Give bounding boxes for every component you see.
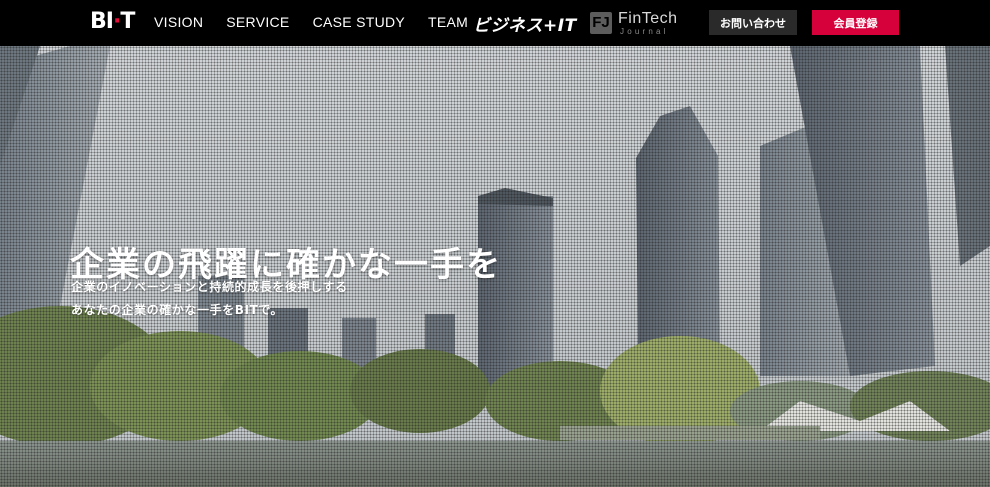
logo-text: BI·T bbox=[90, 8, 135, 34]
fintech-sub: Journal bbox=[620, 27, 669, 36]
hero-subtitle-line1: 企業のイノベーションと持続的成長を後押しする bbox=[71, 280, 348, 294]
contact-button[interactable]: お問い合わせ bbox=[709, 10, 797, 35]
main-nav: VISION SERVICE CASE STUDY TEAM bbox=[154, 0, 468, 44]
bit-logo[interactable]: BI·T bbox=[90, 8, 135, 34]
register-button[interactable]: 会員登録 bbox=[812, 10, 899, 35]
bizit-logo[interactable]: ビジネス+IT bbox=[473, 11, 577, 36]
nav-vision[interactable]: VISION bbox=[154, 14, 203, 30]
hero-section: 企業の飛躍に確かな一手を 企業のイノベーションと持続的成長を後押しする あなたの… bbox=[0, 46, 990, 487]
fintech-journal-logo[interactable]: FJ FinTech Journal bbox=[590, 10, 690, 38]
site-header: BI·T VISION SERVICE CASE STUDY TEAM ビジネス… bbox=[0, 0, 990, 46]
nav-team[interactable]: TEAM bbox=[428, 14, 468, 30]
landing-page: BI·T VISION SERVICE CASE STUDY TEAM ビジネス… bbox=[0, 0, 990, 487]
fintech-mark-icon: FJ bbox=[590, 12, 612, 34]
nav-service[interactable]: SERVICE bbox=[226, 14, 289, 30]
fintech-name: FinTech bbox=[618, 10, 678, 27]
hero-subtitle-line2: あなたの企業の確かな一手をBITで。 bbox=[71, 303, 284, 317]
nav-case-study[interactable]: CASE STUDY bbox=[313, 14, 405, 30]
